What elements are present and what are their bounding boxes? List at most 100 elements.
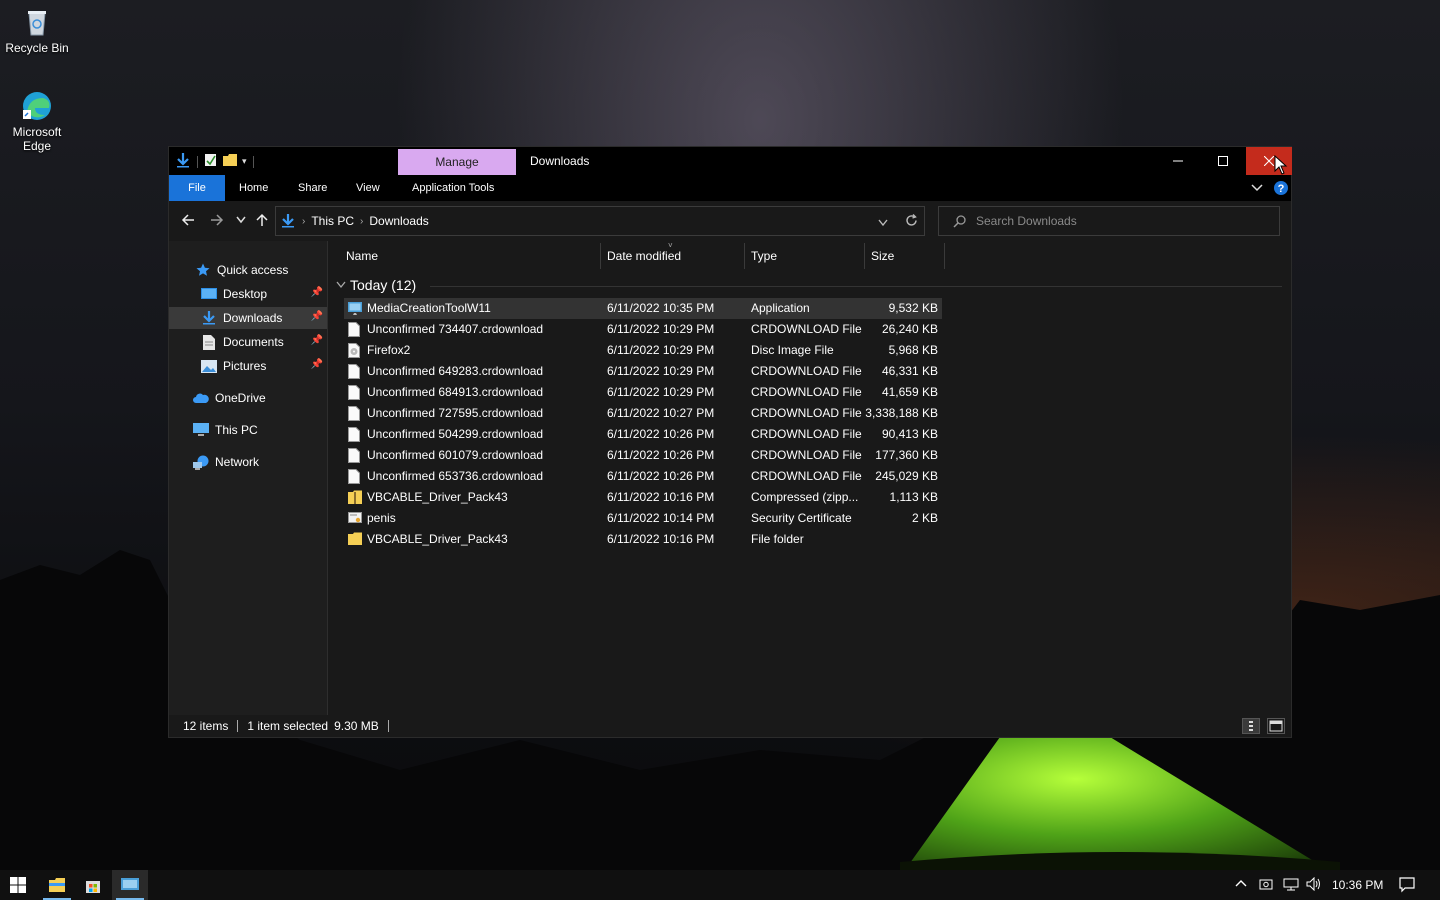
address-history-button[interactable] <box>878 216 888 230</box>
group-header-today[interactable]: Today (12) <box>336 277 416 293</box>
forward-button[interactable] <box>208 211 226 229</box>
nav-item-label: Documents <box>223 335 284 349</box>
file-type: CRDOWNLOAD File <box>751 385 862 399</box>
file-date-modified: 6/11/2022 10:26 PM <box>607 427 715 441</box>
nav-item-downloads[interactable]: Downloads 📌 <box>169 307 327 329</box>
help-button[interactable]: ? <box>1273 175 1289 201</box>
zip-folder-icon <box>348 490 362 505</box>
network-status-icon[interactable] <box>1283 877 1299 894</box>
nav-item-label: This PC <box>215 423 258 437</box>
volume-icon[interactable] <box>1306 876 1322 894</box>
breadcrumb-this-pc[interactable]: This PC <box>311 214 354 228</box>
quick-access-toolbar: ▾ <box>175 152 256 171</box>
file-row[interactable]: VBCABLE_Driver_Pack43 6/11/2022 10:16 PM F… <box>344 529 942 550</box>
file-row[interactable]: Firefox2 6/11/2022 10:29 PM Disc Image Fil… <box>344 340 942 361</box>
tab-file[interactable]: File <box>169 175 225 201</box>
recent-locations-button[interactable] <box>232 211 250 229</box>
window-title: Downloads <box>530 154 590 168</box>
action-center-button[interactable] <box>1399 877 1415 896</box>
file-date-modified: 6/11/2022 10:26 PM <box>607 469 715 483</box>
file-name: Unconfirmed 504299.crdownload <box>367 427 544 441</box>
search-box[interactable] <box>938 206 1280 236</box>
chevron-down-icon <box>336 281 346 289</box>
file-row[interactable]: Unconfirmed 653736.crdownload 6/11/2022 1… <box>344 466 942 487</box>
file-date-modified: 6/11/2022 10:29 PM <box>607 385 715 399</box>
nav-item-onedrive[interactable]: OneDrive <box>169 387 327 409</box>
file-row[interactable]: VBCABLE_Driver_Pack43 6/11/2022 10:16 PM C… <box>344 487 942 508</box>
file-row[interactable]: Unconfirmed 684913.crdownload 6/11/2022 1… <box>344 382 942 403</box>
file-row[interactable]: penis 6/11/2022 10:14 PM Security Certific… <box>344 508 942 529</box>
desktop-icon-label: Recycle Bin <box>5 41 69 55</box>
nav-item-documents[interactable]: Documents 📌 <box>169 331 327 353</box>
tab-home[interactable]: Home <box>239 175 268 201</box>
nav-item-desktop[interactable]: Desktop 📌 <box>169 283 327 305</box>
ribbon-tabs: File Home Share View Application Tools ? <box>169 175 1291 201</box>
nav-item-this-pc[interactable]: This PC <box>169 419 327 441</box>
file-date-modified: 6/11/2022 10:26 PM <box>607 448 715 462</box>
file-size: 245,029 KB <box>875 469 938 483</box>
up-button[interactable] <box>253 211 271 229</box>
desktop-icon-recycle-bin[interactable]: Recycle Bin <box>1 6 73 55</box>
customize-toolbar-icon[interactable]: ▾ <box>242 156 247 167</box>
tab-application-tools[interactable]: Application Tools <box>412 175 494 201</box>
file-row[interactable]: Unconfirmed 649283.crdownload 6/11/2022 1… <box>344 361 942 382</box>
file-date-modified: 6/11/2022 10:29 PM <box>607 364 715 378</box>
refresh-button[interactable] <box>905 214 918 230</box>
group-label: Today (12) <box>350 277 417 293</box>
address-bar[interactable]: › This PC › Downloads <box>275 206 925 236</box>
column-divider[interactable] <box>600 243 601 269</box>
column-header-size[interactable]: Size <box>871 241 941 271</box>
tab-share[interactable]: Share <box>298 175 327 201</box>
title-bar[interactable]: ▾ Manage Downloads <box>169 147 1292 175</box>
taskbar-clock[interactable]: 10:36 PM <box>1332 878 1383 892</box>
nav-item-label: Network <box>215 455 260 469</box>
column-divider[interactable] <box>944 243 945 269</box>
file-row[interactable]: MediaCreationToolW11 6/11/2022 10:35 PM Ap… <box>344 298 942 319</box>
taskbar-media-creation-tool[interactable] <box>112 870 148 900</box>
group-divider-line <box>430 286 1282 287</box>
column-header-name[interactable]: Name <box>346 241 596 271</box>
details-view-button[interactable] <box>1242 718 1260 734</box>
maximize-button[interactable] <box>1200 147 1246 175</box>
file-row[interactable]: Unconfirmed 727595.crdownload 6/11/2022 1… <box>344 403 942 424</box>
show-hidden-icons-button[interactable] <box>1235 877 1247 891</box>
start-button[interactable] <box>0 870 36 900</box>
file-row[interactable]: Unconfirmed 601079.crdownload 6/11/2022 1… <box>344 445 942 466</box>
file-date-modified: 6/11/2022 10:29 PM <box>607 322 715 336</box>
nav-item-pictures[interactable]: Pictures 📌 <box>169 355 327 377</box>
details-view-icon <box>1249 721 1253 731</box>
taskbar-file-explorer[interactable] <box>39 870 75 900</box>
file-row[interactable]: Unconfirmed 734407.crdownload 6/11/2022 1… <box>344 319 942 340</box>
manage-contextual-tab[interactable]: Manage <box>398 149 516 175</box>
taskbar-microsoft-store[interactable] <box>75 870 111 900</box>
breadcrumb-separator: › <box>360 215 364 227</box>
expand-ribbon-button[interactable] <box>1251 175 1263 201</box>
new-folder-icon[interactable] <box>222 153 238 170</box>
file-type: Compressed (zipp... <box>751 490 859 504</box>
search-input[interactable] <box>976 214 1256 228</box>
tray-camera-icon[interactable] <box>1259 877 1273 894</box>
file-name: Unconfirmed 653736.crdownload <box>367 469 544 483</box>
large-icons-view-button[interactable] <box>1267 718 1285 734</box>
nav-item-quick-access[interactable]: Quick access <box>169 259 327 281</box>
column-header-type[interactable]: Type <box>751 241 861 271</box>
windows-logo-icon <box>10 877 26 893</box>
file-icon <box>348 406 362 421</box>
column-divider[interactable] <box>744 243 745 269</box>
minimize-button[interactable] <box>1155 147 1201 175</box>
breadcrumb-downloads[interactable]: Downloads <box>369 214 428 228</box>
back-button[interactable] <box>179 211 197 229</box>
edge-icon <box>21 90 53 122</box>
taskbar: 10:36 PM <box>0 870 1440 900</box>
file-type: Disc Image File <box>751 343 834 357</box>
column-divider[interactable] <box>864 243 865 269</box>
column-header-date-modified[interactable]: Date modified <box>607 241 747 271</box>
properties-icon[interactable] <box>204 153 218 170</box>
large-icons-view-icon <box>1269 720 1283 732</box>
nav-item-network[interactable]: Network <box>169 451 327 473</box>
status-selection: 1 item selected <box>247 719 329 733</box>
file-row[interactable]: Unconfirmed 504299.crdownload 6/11/2022 1… <box>344 424 942 445</box>
nav-item-label: Pictures <box>223 359 267 373</box>
desktop-icon-microsoft-edge[interactable]: Microsoft Edge <box>1 90 73 153</box>
tab-view[interactable]: View <box>356 175 380 201</box>
